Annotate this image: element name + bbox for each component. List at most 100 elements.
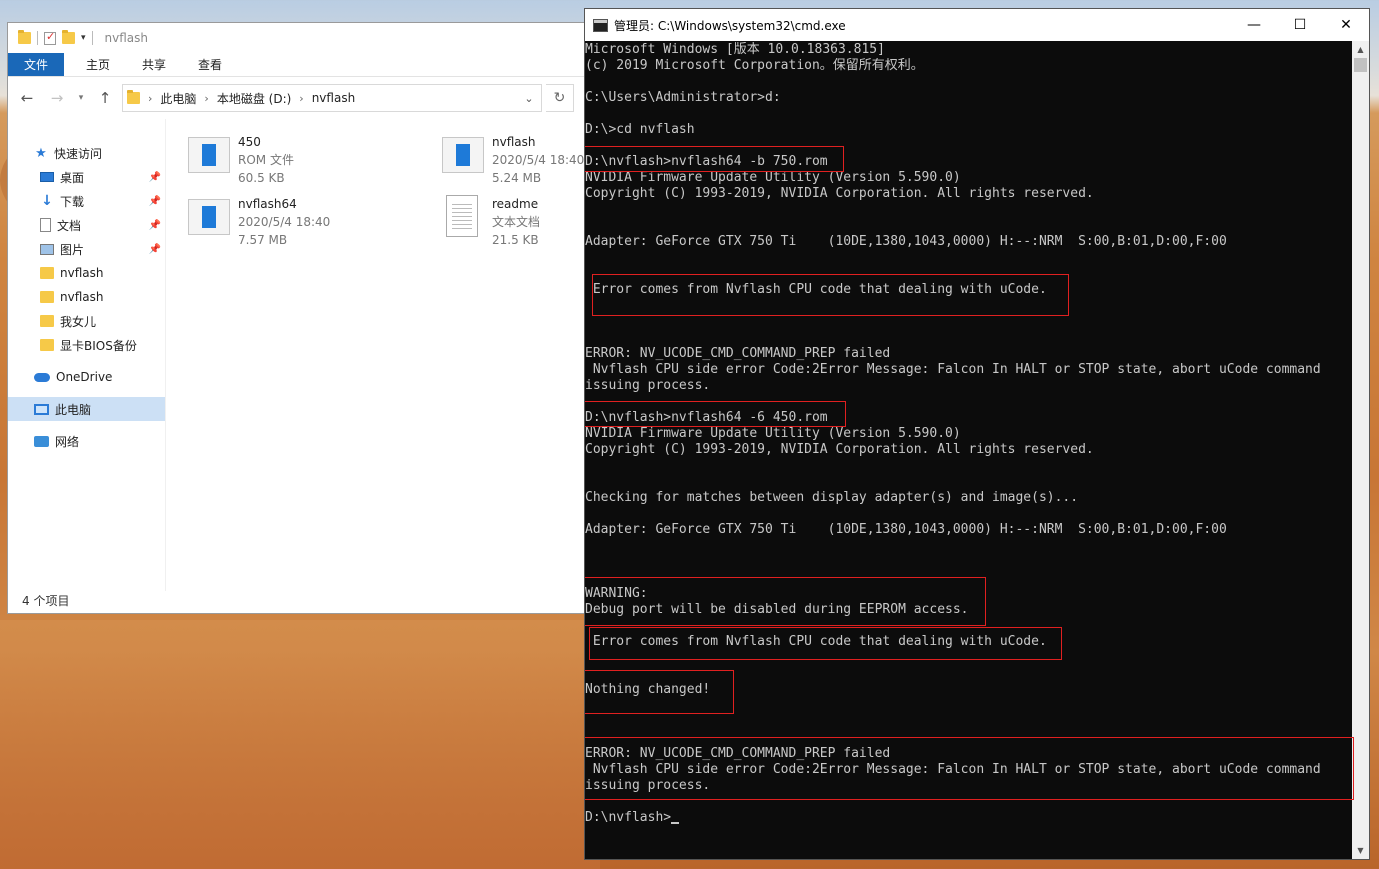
breadcrumb-drive-d[interactable]: 本地磁盘 (D:) — [217, 90, 291, 107]
recent-locations-icon[interactable]: ▾ — [74, 93, 88, 103]
star-icon: ★ — [35, 145, 47, 161]
scroll-down-icon[interactable]: ▼ — [1352, 842, 1369, 859]
nav-item-this-pc[interactable]: 此电脑 — [8, 397, 165, 421]
text-file-icon — [446, 195, 478, 237]
file-size: 7.57 MB — [238, 233, 288, 247]
folder-icon — [40, 339, 54, 351]
pin-icon[interactable]: 📌 — [149, 244, 161, 255]
cmd-icon[interactable] — [593, 18, 608, 32]
nav-item-onedrive[interactable]: OneDrive — [8, 365, 165, 389]
onedrive-icon — [34, 372, 50, 382]
explorer-titlebar[interactable]: ▾ nvflash — [8, 23, 606, 53]
file-explorer-window[interactable]: ▾ nvflash 文件 主页 共享 查看 ← → ▾ ↑ › 此电脑 › 本地… — [7, 22, 607, 614]
file-item-nvflash[interactable]: nvflash 2020/5/4 18:40 5.24 MB — [442, 133, 584, 187]
minimize-button[interactable]: — — [1231, 9, 1277, 41]
cmd-titlebar[interactable]: 管理员: C:\Windows\system32\cmd.exe — ☐ ✕ — [585, 9, 1369, 41]
divider — [37, 31, 38, 45]
nav-item-nvflash-1[interactable]: nvflash — [8, 261, 165, 285]
tab-home[interactable]: 主页 — [70, 53, 126, 76]
file-name: readme — [492, 197, 539, 211]
console-line: (c) 2019 Microsoft Corporation。保留所有权利。 — [585, 58, 924, 73]
scroll-up-icon[interactable]: ▲ — [1352, 41, 1369, 58]
pictures-icon — [40, 243, 54, 255]
maximize-button[interactable]: ☐ — [1277, 9, 1323, 41]
highlight-box — [585, 737, 1354, 800]
navigation-pane: ★ 快速访问 桌面 📌 ↓ 下载 📌 文档 📌 图片 📌 nvflash nvf… — [8, 119, 166, 591]
vertical-scrollbar[interactable]: ▲ ▼ — [1352, 41, 1369, 859]
nav-item-quick-access[interactable]: ★ 快速访问 — [8, 141, 165, 165]
chevron-down-icon[interactable]: ⌄ — [517, 92, 541, 105]
scroll-thumb[interactable] — [1354, 58, 1367, 72]
breadcrumb-this-pc[interactable]: 此电脑 — [160, 90, 196, 107]
desktop-icon — [40, 172, 54, 182]
divider — [91, 31, 93, 45]
tab-file[interactable]: 文件 — [8, 53, 64, 76]
refresh-icon[interactable]: ↻ — [546, 84, 574, 112]
pin-icon[interactable]: 📌 — [149, 196, 161, 207]
folder-icon — [40, 315, 54, 327]
console-line: Nvflash CPU side error Code:2Error Messa… — [585, 362, 1321, 377]
properties-icon[interactable] — [44, 30, 56, 45]
nav-item-label: OneDrive — [56, 370, 113, 384]
nav-item-daughter[interactable]: 我女儿 — [8, 309, 165, 333]
chevron-right-icon[interactable]: › — [299, 92, 303, 105]
new-folder-icon[interactable] — [62, 30, 75, 44]
nav-item-network[interactable]: 网络 — [8, 429, 165, 453]
nav-item-documents[interactable]: 文档 📌 — [8, 213, 165, 237]
document-icon — [40, 218, 51, 232]
window-title: 管理员: C:\Windows\system32\cmd.exe — [614, 18, 846, 33]
exe-file-icon — [188, 199, 230, 235]
chevron-right-icon[interactable]: › — [204, 92, 208, 105]
nav-item-label: 快速访问 — [54, 146, 103, 161]
this-pc-icon — [34, 403, 49, 415]
console-line: Adapter: GeForce GTX 750 Ti (10DE,1380,1… — [585, 522, 1227, 537]
tab-view[interactable]: 查看 — [182, 53, 238, 76]
forward-arrow-icon[interactable]: → — [44, 89, 70, 107]
highlight-box — [585, 146, 844, 172]
address-bar[interactable]: › 此电脑 › 本地磁盘 (D:) › nvflash ⌄ — [122, 84, 542, 112]
console-line: C:\Users\Administrator>d: — [585, 90, 781, 105]
download-icon: ↓ — [41, 193, 53, 209]
highlight-box — [592, 274, 1069, 316]
file-size: 21.5 KB — [492, 233, 539, 247]
console-line: ERROR: NV_UCODE_CMD_COMMAND_PREP failed — [585, 346, 891, 361]
nav-item-nvflash-2[interactable]: nvflash — [8, 285, 165, 309]
pin-icon[interactable]: 📌 — [149, 172, 161, 183]
file-date: 2020/5/4 18:40 — [492, 153, 585, 167]
console-line: NVIDIA Firmware Update Utility (Version … — [585, 426, 961, 441]
nav-item-gpu-bios-backup[interactable]: 显卡BIOS备份 — [8, 333, 165, 357]
tab-share[interactable]: 共享 — [126, 53, 182, 76]
nav-item-desktop[interactable]: 桌面 📌 — [8, 165, 165, 189]
chevron-right-icon[interactable]: › — [148, 92, 152, 105]
explorer-body: ★ 快速访问 桌面 📌 ↓ 下载 📌 文档 📌 图片 📌 nvflash nvf… — [8, 119, 606, 591]
pin-icon[interactable]: 📌 — [149, 220, 161, 231]
file-name: 450 — [238, 135, 261, 149]
console-line: Copyright (C) 1993-2019, NVIDIA Corporat… — [585, 186, 1094, 201]
customize-quick-access-icon[interactable]: ▾ — [81, 33, 86, 43]
nav-item-pictures[interactable]: 图片 📌 — [8, 237, 165, 261]
file-item-450[interactable]: 450 ROM 文件 60.5 KB — [188, 133, 294, 187]
cmd-window[interactable]: 管理员: C:\Windows\system32\cmd.exe — ☐ ✕ M… — [584, 8, 1370, 860]
file-list: 450 ROM 文件 60.5 KB nvflash 2020/5/4 18:4… — [166, 119, 606, 591]
nav-item-label: 我女儿 — [60, 314, 97, 329]
nav-item-label: nvflash — [60, 290, 104, 304]
breadcrumb-nvflash[interactable]: nvflash — [312, 91, 355, 105]
nav-item-downloads[interactable]: ↓ 下载 📌 — [8, 189, 165, 213]
console-line: issuing process. — [585, 378, 711, 393]
console-line: Microsoft Windows [版本 10.0.18363.815] — [585, 42, 885, 57]
up-arrow-icon[interactable]: ↑ — [92, 89, 118, 107]
ribbon-tabs: 文件 主页 共享 查看 — [8, 53, 606, 77]
back-arrow-icon[interactable]: ← — [14, 89, 40, 107]
close-button[interactable]: ✕ — [1323, 9, 1369, 41]
console-line: D:\nvflash> — [585, 810, 1352, 826]
file-item-nvflash64[interactable]: nvflash64 2020/5/4 18:40 7.57 MB — [188, 195, 330, 249]
file-item-readme[interactable]: readme 文本文档 21.5 KB — [442, 195, 540, 249]
file-type: ROM 文件 — [238, 153, 294, 167]
